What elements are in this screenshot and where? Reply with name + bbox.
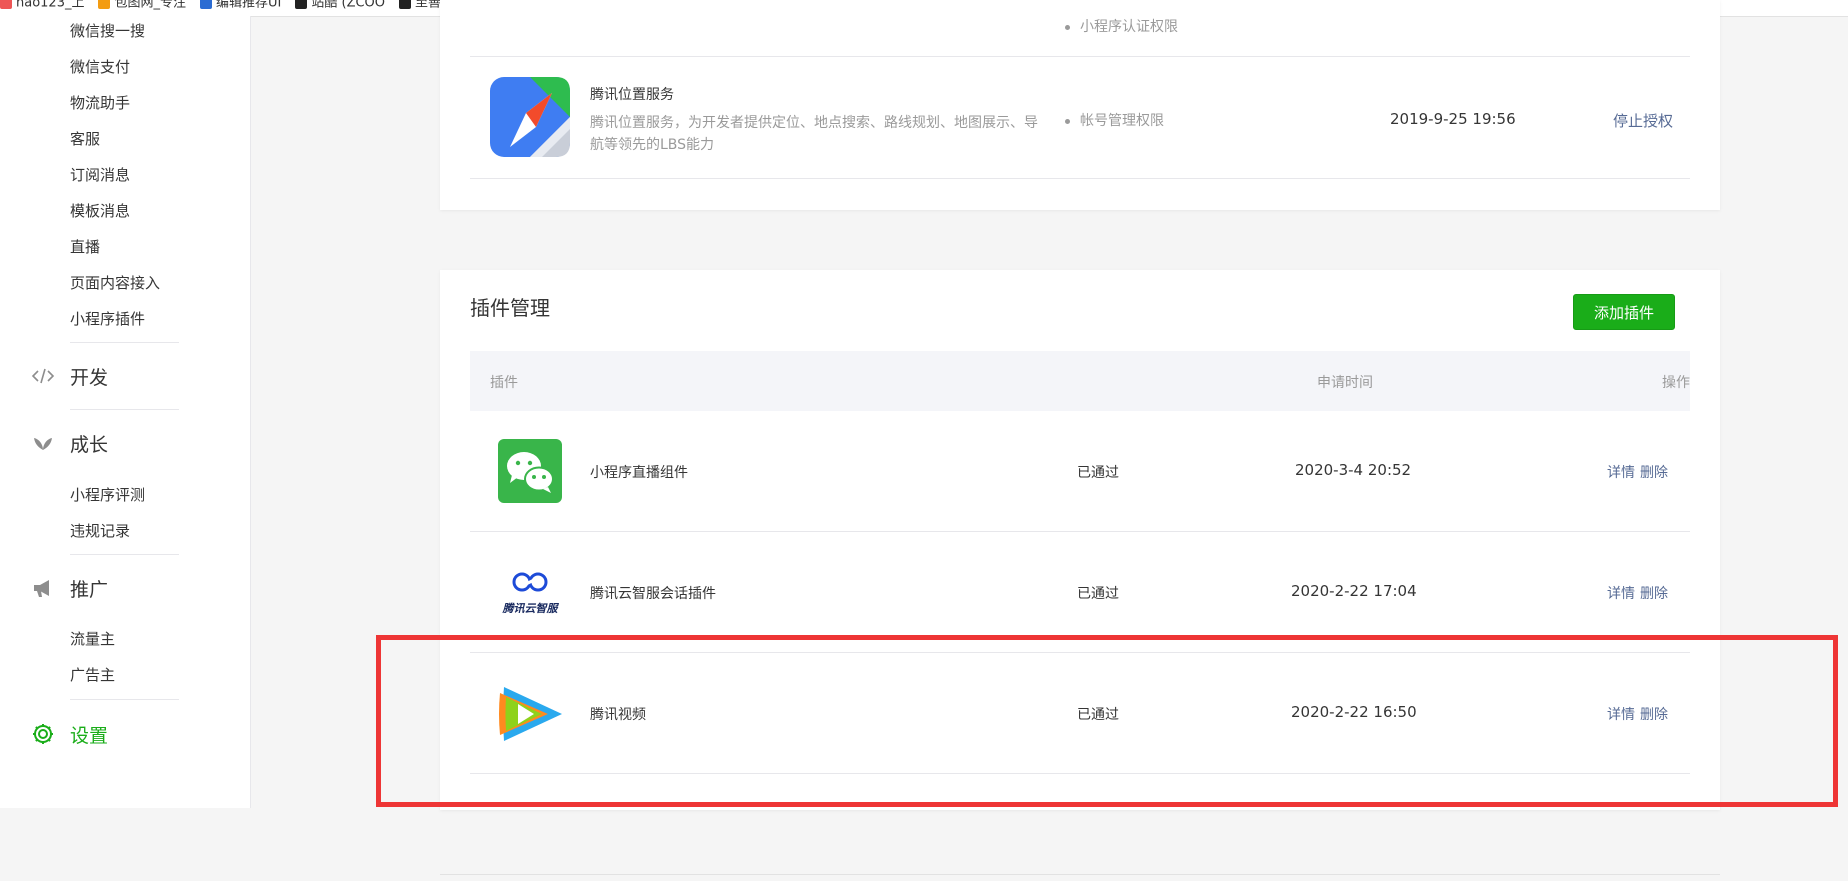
bookmark-item[interactable]: 编辑推荐UI bbox=[200, 0, 282, 11]
plugin-name: 腾讯云智服会话插件 bbox=[590, 586, 716, 602]
sidebar-item-advertiser[interactable]: 广告主 bbox=[70, 664, 115, 685]
sidebar-item-wechat-search[interactable]: 微信搜一搜 bbox=[70, 20, 145, 41]
sidebar-item-template-msg[interactable]: 模板消息 bbox=[70, 200, 130, 221]
sidebar-section-dev[interactable]: 开发 bbox=[30, 364, 109, 389]
sidebar-item-live[interactable]: 直播 bbox=[70, 236, 100, 257]
sidebar-item-violations[interactable]: 违规记录 bbox=[70, 520, 130, 541]
tencent-cloud-icon: 腾讯云智服 bbox=[498, 570, 562, 615]
sidebar-section-settings-label: 设置 bbox=[70, 724, 109, 747]
location-service-desc-2: 航等领先的LBS能力 bbox=[590, 137, 715, 153]
plugin-apply-time: 2020-3-4 20:52 bbox=[1295, 461, 1412, 479]
plugin-status: 已通过 bbox=[1077, 586, 1119, 602]
sidebar-item-evaluation[interactable]: 小程序评测 bbox=[70, 484, 145, 505]
location-service-name: 腾讯位置服务 bbox=[590, 87, 674, 103]
code-icon bbox=[30, 364, 56, 388]
stop-authorization-link[interactable]: 停止授权 bbox=[1613, 110, 1673, 131]
plugin-name: 小程序直播组件 bbox=[590, 465, 688, 481]
favicon-icon bbox=[295, 0, 308, 9]
sidebar-item-customer-service[interactable]: 客服 bbox=[70, 128, 100, 149]
sidebar-divider bbox=[70, 409, 179, 410]
auth-card: 小程序认证权限 腾讯位置服务 腾讯位置服务，为开发者提供定位、地点搜索、路线规划… bbox=[440, 0, 1720, 210]
leaf-icon bbox=[30, 431, 56, 455]
plugins-title: 插件管理 bbox=[470, 296, 550, 320]
wechat-icon bbox=[498, 439, 562, 503]
location-service-time: 2019-9-25 19:56 bbox=[1390, 110, 1516, 128]
favicon-icon bbox=[399, 0, 412, 9]
gear-icon bbox=[30, 722, 56, 746]
plugin-status: 已通过 bbox=[1077, 465, 1119, 481]
row-divider bbox=[470, 178, 1690, 179]
bookmark-label: hao123_上 bbox=[16, 0, 85, 11]
sidebar-section-promote-label: 推广 bbox=[70, 578, 109, 601]
sidebar-divider bbox=[70, 699, 179, 700]
sidebar-divider bbox=[70, 342, 179, 343]
location-service-permission: 帐号管理权限 bbox=[1065, 110, 1164, 130]
megaphone-icon bbox=[30, 576, 56, 600]
plugin-delete-link[interactable]: 删除 bbox=[1640, 462, 1668, 482]
favicon-icon bbox=[98, 0, 111, 9]
bookmark-label: 编辑推荐UI bbox=[216, 0, 282, 11]
prev-permission: 小程序认证权限 bbox=[1065, 16, 1178, 36]
tencent-location-icon bbox=[490, 77, 570, 157]
favicon-icon bbox=[200, 0, 212, 9]
add-plugin-button[interactable]: 添加插件 bbox=[1573, 294, 1675, 330]
tencent-cloud-logo-text: 腾讯云智服 bbox=[502, 602, 558, 615]
bookmark-item[interactable]: 站酷 (ZCOO bbox=[295, 0, 386, 11]
sidebar-section-settings[interactable]: 设置 bbox=[30, 722, 109, 747]
sidebar-item-traffic-owner[interactable]: 流量主 bbox=[70, 628, 115, 649]
sidebar: 微信搜一搜 微信支付 物流助手 客服 订阅消息 模板消息 直播 页面内容接入 小… bbox=[0, 16, 251, 808]
header-plugin: 插件 bbox=[490, 375, 518, 391]
bookmark-label: 包图网_专注 bbox=[114, 0, 186, 11]
sidebar-section-growth-label: 成长 bbox=[70, 433, 109, 456]
sidebar-section-promote[interactable]: 推广 bbox=[30, 576, 109, 601]
bookmark-item[interactable]: hao123_上 bbox=[0, 0, 85, 11]
plugins-table-header: 插件 申请时间 操作 bbox=[470, 351, 1690, 411]
sidebar-divider bbox=[70, 554, 179, 555]
header-apply-time: 申请时间 bbox=[1317, 375, 1373, 391]
sidebar-item-miniprogram-plugin[interactable]: 小程序插件 bbox=[70, 308, 145, 329]
sidebar-item-wechat-pay[interactable]: 微信支付 bbox=[70, 56, 130, 77]
favicon-icon bbox=[0, 0, 12, 9]
sidebar-item-logistics[interactable]: 物流助手 bbox=[70, 92, 130, 113]
highlight-box bbox=[376, 635, 1838, 807]
location-service-desc-1: 腾讯位置服务，为开发者提供定位、地点搜索、路线规划、地图展示、导 bbox=[590, 115, 1038, 131]
bookmark-item[interactable]: 包图网_专注 bbox=[98, 0, 186, 11]
sidebar-item-subscribe-msg[interactable]: 订阅消息 bbox=[70, 164, 130, 185]
next-card-edge bbox=[440, 874, 1720, 875]
sidebar-section-dev-label: 开发 bbox=[70, 366, 109, 389]
row-divider bbox=[470, 531, 1690, 532]
sidebar-section-growth[interactable]: 成长 bbox=[30, 431, 109, 456]
header-action: 操作 bbox=[1662, 375, 1690, 391]
row-divider bbox=[470, 56, 1690, 57]
plugin-detail-link[interactable]: 详情 bbox=[1607, 583, 1635, 603]
bookmark-label: 站酷 (ZCOO bbox=[311, 0, 386, 11]
plugin-apply-time: 2020-2-22 17:04 bbox=[1291, 582, 1417, 600]
plugin-detail-link[interactable]: 详情 bbox=[1607, 462, 1635, 482]
plugin-delete-link[interactable]: 删除 bbox=[1640, 583, 1668, 603]
sidebar-item-content-access[interactable]: 页面内容接入 bbox=[70, 272, 160, 293]
